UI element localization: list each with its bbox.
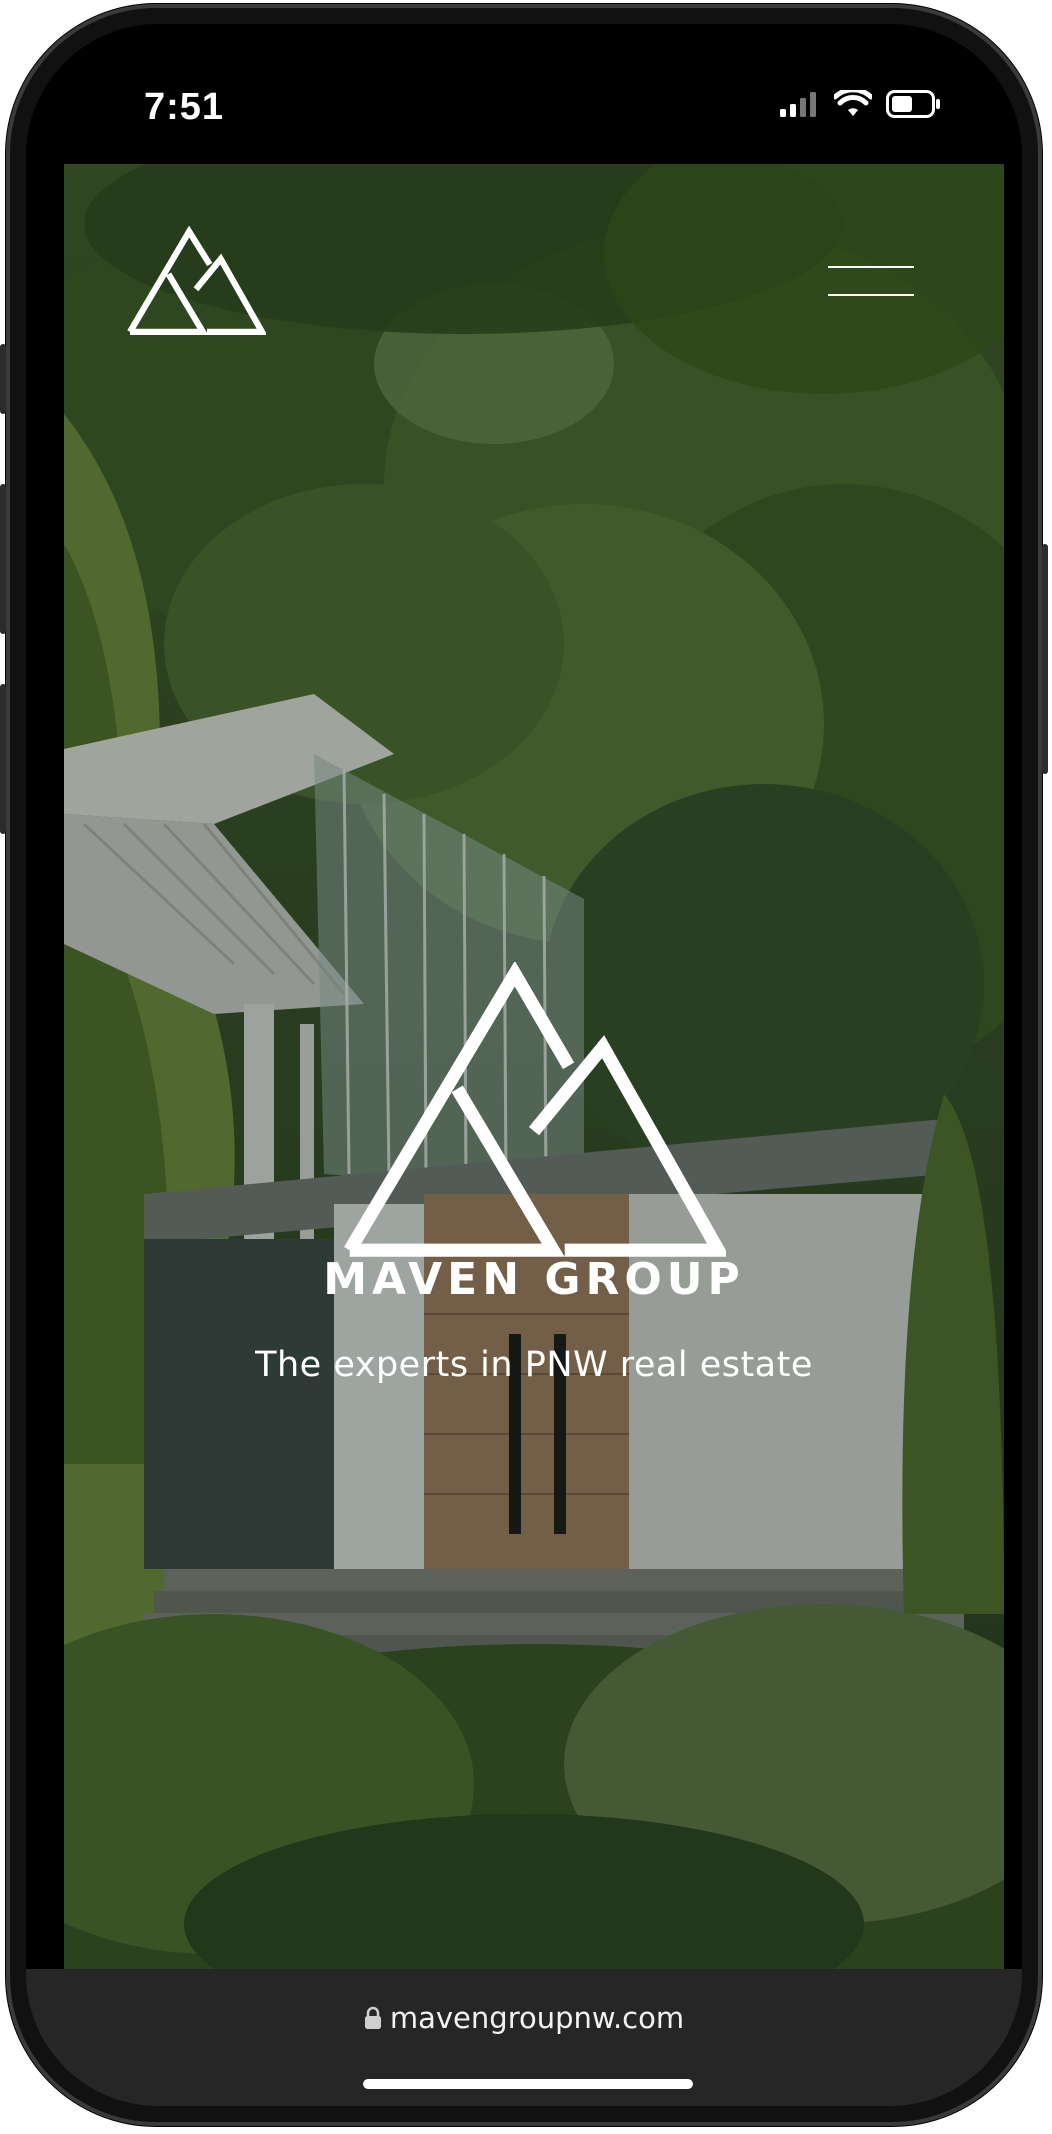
mute-switch — [0, 344, 6, 414]
home-indicator[interactable] — [363, 2079, 693, 2089]
status-time: 7:51 — [144, 86, 225, 128]
status-icons — [780, 90, 942, 118]
signal-icon — [780, 92, 816, 117]
wifi-icon — [834, 90, 872, 116]
phone-screen: 7:51 MAVEN GROUP The experts in PNW real… — [26, 24, 1022, 2106]
maven-mountain-logo-icon — [344, 960, 730, 1257]
url-text: mavengroupnw.com — [389, 2001, 685, 2035]
power-button — [1042, 544, 1048, 774]
hero-logo — [342, 960, 730, 1263]
hamburger-menu-button[interactable] — [828, 266, 914, 302]
header-logo[interactable] — [126, 225, 268, 341]
hamburger-menu-icon — [828, 266, 914, 268]
url-display[interactable]: mavengroupnw.com — [26, 2001, 1022, 2035]
volume-down-button — [0, 684, 6, 834]
brand-name: MAVEN GROUP — [323, 1254, 745, 1305]
volume-up-button — [0, 484, 6, 634]
hero-tagline: The experts in PNW real estate — [255, 1345, 813, 1385]
hamburger-menu-icon-bar — [828, 294, 914, 296]
browser-address-bar: mavengroupnw.com — [26, 1969, 1022, 2106]
battery-icon — [886, 90, 940, 118]
phone-frame: 7:51 MAVEN GROUP The experts in PNW real… — [0, 4, 1048, 2126]
lock-icon — [364, 2006, 381, 2029]
status-bar: 7:51 — [26, 24, 1022, 164]
hero-section: MAVEN GROUP The experts in PNW real esta… — [64, 164, 1004, 1969]
maven-mountain-logo-icon — [127, 225, 268, 335]
